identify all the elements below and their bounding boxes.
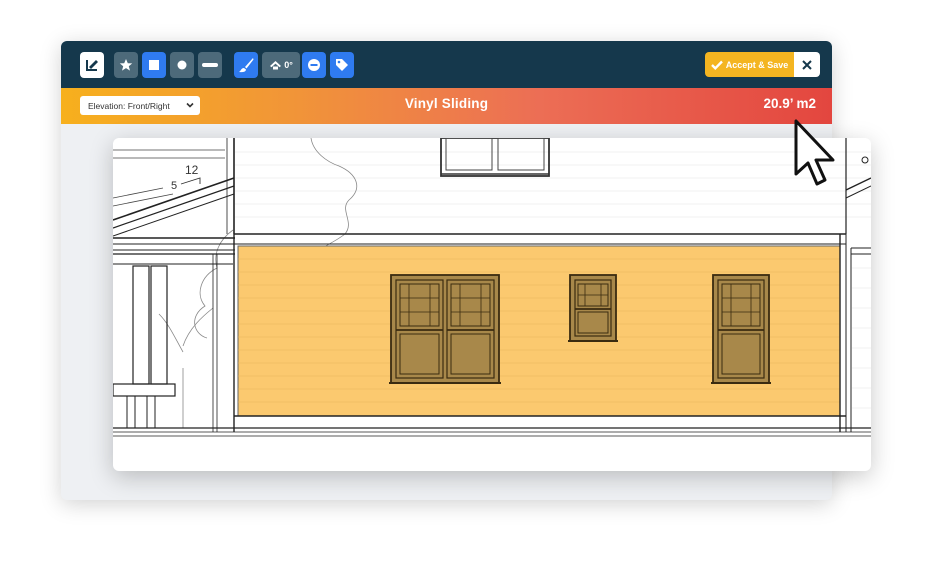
porch-columns [113, 254, 233, 432]
toolbar: 0° Accept & Save [61, 41, 832, 88]
minus-circle-icon [308, 59, 320, 71]
close-button[interactable] [794, 52, 820, 77]
pitch-rise: 12 [185, 163, 199, 177]
pitch-run: 5 [171, 180, 177, 192]
mouse-cursor-icon [794, 119, 835, 186]
double-window [389, 274, 501, 384]
tag-icon [336, 59, 348, 71]
accept-save-button[interactable]: Accept & Save [705, 52, 794, 77]
tag-tool-button[interactable] [330, 52, 354, 78]
left-roof [113, 138, 235, 255]
minus-tool-button[interactable] [302, 52, 326, 78]
check-icon [710, 60, 723, 70]
circle-tool-button[interactable] [170, 52, 194, 78]
square-icon [149, 60, 159, 70]
upper-window [440, 138, 550, 177]
roof-icon [270, 61, 282, 70]
angle-label: 0° [284, 60, 293, 70]
brush-tool-button[interactable] [234, 52, 258, 78]
accept-save-label: Accept & Save [725, 59, 789, 70]
single-window [711, 274, 771, 384]
star-tool-button[interactable] [114, 52, 138, 78]
line-tool-button[interactable] [198, 52, 222, 78]
edit-icon [86, 60, 98, 71]
info-bar: Elevation: Front/Right Vinyl Sliding 20.… [61, 88, 832, 124]
star-icon [119, 59, 133, 71]
brush-icon [239, 58, 254, 73]
close-icon [802, 59, 812, 70]
edit-tool-button[interactable] [80, 52, 104, 78]
pitch-tool-button[interactable]: 0° [262, 52, 300, 78]
line-icon [202, 63, 218, 67]
area-measurement: 20.9’ m2 [763, 96, 816, 111]
material-name: Vinyl Sliding [404, 96, 489, 111]
circle-icon [177, 60, 187, 70]
small-window [568, 274, 618, 342]
roof-pitch: 12 5 [171, 163, 201, 192]
elevation-canvas[interactable]: 12 5 [113, 138, 871, 471]
square-tool-button[interactable] [142, 52, 166, 78]
elevation-drawing: 12 5 [113, 138, 871, 437]
